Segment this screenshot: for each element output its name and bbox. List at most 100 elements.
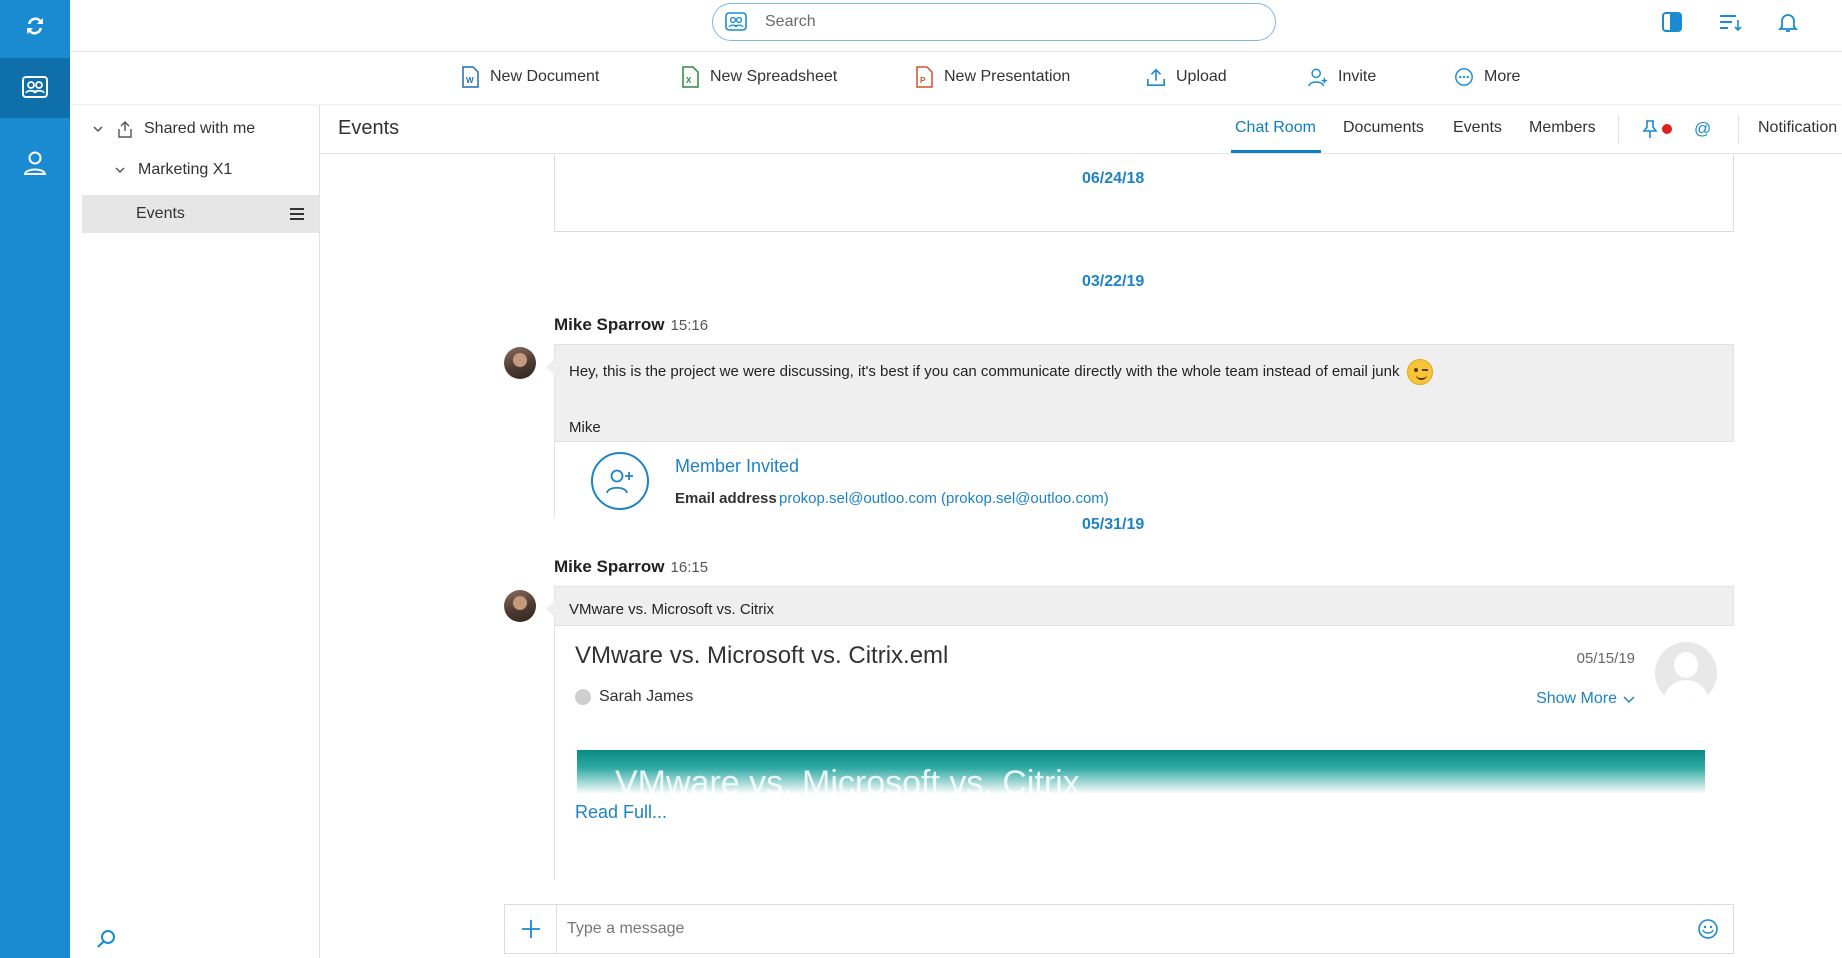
tab-events[interactable]: Events: [1453, 119, 1502, 137]
author-name: Mike Sparrow: [554, 315, 665, 334]
new-presentation-button[interactable]: P New Presentation: [914, 66, 1070, 88]
mentions-button[interactable]: @: [1694, 119, 1711, 139]
invite-button[interactable]: Invite: [1308, 66, 1376, 88]
divider: [1738, 115, 1739, 143]
search-input[interactable]: [765, 13, 1245, 31]
top-bar: [70, 0, 1842, 52]
new-document-button[interactable]: W New Document: [460, 66, 599, 88]
email-label: Email address: [675, 490, 777, 507]
date-separator: 06/24/18: [1082, 170, 1145, 187]
new-spreadsheet-button[interactable]: X New Spreadsheet: [680, 66, 837, 88]
tree-selected-label: Events: [136, 205, 185, 222]
notify-dot: [1662, 124, 1672, 134]
user-icon: [23, 151, 47, 175]
read-full-link[interactable]: Read Full...: [575, 802, 667, 823]
tree-item-events[interactable]: Events: [82, 195, 319, 233]
date-separator: 05/31/19: [1082, 516, 1145, 533]
mail-subject[interactable]: VMware vs. Microsoft vs. Citrix.eml: [575, 642, 948, 670]
tree-item-marketing-x1[interactable]: Marketing X1: [114, 161, 232, 179]
email-preview-banner: VMware vs. Microsoft vs. Citrix: [577, 750, 1705, 794]
sender-avatar: [1655, 642, 1717, 704]
page-title: Events: [338, 117, 400, 139]
sort-icon[interactable]: [1716, 10, 1744, 34]
message-composer: [504, 904, 1734, 954]
previous-message-card: [554, 154, 1734, 232]
svg-text:P: P: [920, 76, 926, 85]
message-text: Hey, this is the project we were discuss…: [569, 359, 1434, 385]
active-tab-indicator: [1231, 150, 1321, 153]
more-label: More: [1484, 68, 1521, 85]
wink-emoji-icon: [1407, 359, 1434, 385]
message-author: Mike Sparrow 16:15: [554, 557, 708, 577]
bell-icon[interactable]: [1774, 10, 1802, 34]
message-bubble: Hey, this is the project we were discuss…: [546, 344, 1735, 519]
more-icon: [1455, 68, 1473, 86]
member-invited-card: Member Invited Email address prokop.sel@…: [555, 441, 1735, 519]
message-signature: Mike: [569, 419, 601, 436]
show-more-label: Show More: [1536, 690, 1617, 707]
message-body: Hey, this is the project we were discuss…: [569, 362, 1400, 380]
message-text: VMware vs. Microsoft vs. Citrix: [569, 601, 775, 618]
message-author: Mike Sparrow 15:16: [554, 315, 708, 335]
date-separator: 03/22/19: [1082, 273, 1145, 290]
panel-icon[interactable]: [1658, 10, 1686, 34]
new-document-label: New Document: [490, 68, 600, 85]
message-time: 16:15: [670, 559, 709, 576]
presentation-icon: P: [916, 66, 933, 88]
sync-icon: [27, 17, 43, 35]
pinned-button[interactable]: [1642, 119, 1672, 139]
add-user-icon: [591, 452, 649, 510]
document-icon: W: [462, 66, 479, 88]
new-spreadsheet-label: New Spreadsheet: [710, 68, 838, 85]
message-time: 15:16: [670, 317, 709, 334]
avatar[interactable]: [504, 347, 536, 379]
event-title: Member Invited: [675, 456, 800, 476]
sync-button[interactable]: [0, 0, 70, 52]
show-more-button[interactable]: Show More: [1536, 690, 1635, 708]
tree-root-label: Shared with me: [144, 120, 256, 137]
chat-history: 06/24/18 03/22/19 Mike Sparrow 15:16 Hey,…: [320, 154, 1842, 900]
email-attachment-card[interactable]: VMware vs. Microsoft vs. Citrix.eml 05/1…: [555, 625, 1735, 881]
plus-icon: [521, 920, 540, 938]
invite-label: Invite: [1338, 68, 1377, 85]
new-presentation-label: New Presentation: [944, 68, 1071, 85]
notification-button[interactable]: Notification: [1758, 119, 1837, 137]
mail-sender: Sarah James: [575, 688, 693, 706]
emoji-icon[interactable]: [1697, 918, 1719, 940]
rooms-search-icon: [725, 12, 747, 31]
tree-folder-label: Marketing X1: [138, 161, 233, 178]
svg-text:W: W: [466, 76, 474, 85]
folder-tree: Shared with me Marketing X1 Events: [70, 105, 320, 958]
chevron-down-icon: [115, 167, 125, 174]
chevron-down-icon: [1623, 696, 1635, 704]
message-bubble: VMware vs. Microsoft vs. Citrix VMware v…: [546, 586, 1735, 881]
room-header: Events Chat Room Documents Events Member…: [320, 105, 1842, 154]
svg-text:X: X: [686, 76, 692, 85]
add-user-icon: [1308, 68, 1328, 87]
upload-icon: [1147, 68, 1165, 86]
tab-documents[interactable]: Documents: [1343, 119, 1424, 137]
share-icon: [118, 121, 132, 138]
spreadsheet-icon: X: [682, 66, 699, 88]
avatar[interactable]: [504, 590, 536, 622]
pin-icon: [1642, 120, 1658, 138]
sender-name: Sarah James: [599, 688, 694, 705]
tree-item-shared-with-me[interactable]: Shared with me: [92, 120, 255, 138]
menu-icon[interactable]: [289, 207, 305, 221]
sender-status-icon: [575, 689, 591, 705]
rooms-button[interactable]: [0, 58, 70, 118]
divider: [1618, 115, 1619, 143]
chevron-down-icon: [93, 126, 103, 133]
search-box[interactable]: [712, 3, 1276, 41]
profile-button[interactable]: [0, 136, 70, 188]
mail-date: 05/15/19: [1576, 650, 1635, 667]
attach-button[interactable]: [505, 905, 557, 953]
message-input[interactable]: [567, 917, 1667, 941]
upload-button[interactable]: Upload: [1146, 66, 1227, 88]
more-button[interactable]: More: [1454, 66, 1520, 88]
rooms-icon: [22, 76, 48, 98]
tab-chat-room[interactable]: Chat Room: [1235, 119, 1316, 137]
tab-members[interactable]: Members: [1529, 119, 1596, 137]
author-name: Mike Sparrow: [554, 557, 665, 576]
email-link[interactable]: prokop.sel@outloo.com (prokop.sel@outloo…: [779, 490, 1109, 507]
